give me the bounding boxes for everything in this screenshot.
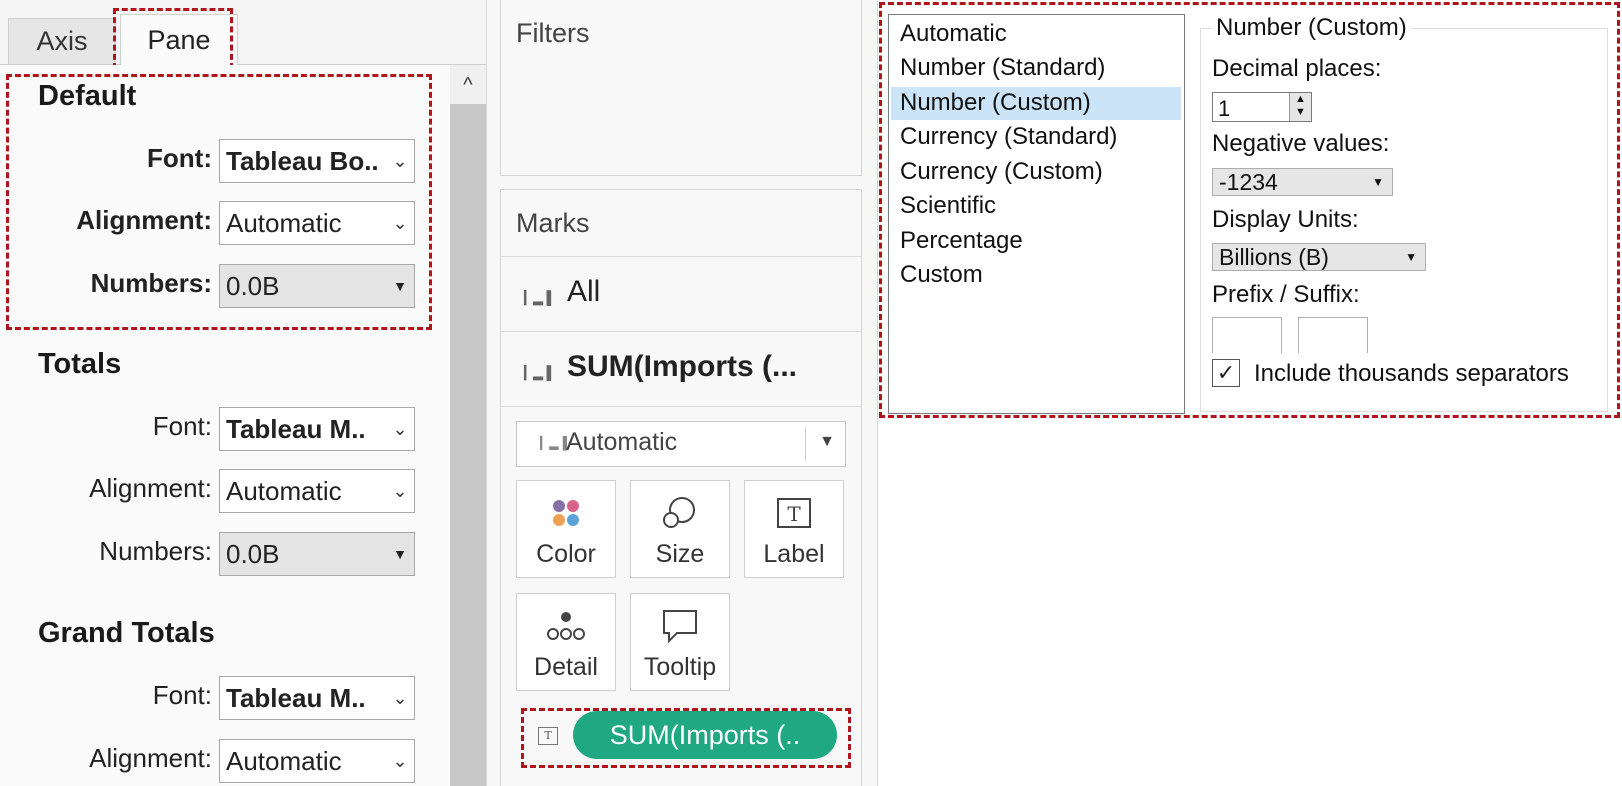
panel-divider — [877, 0, 878, 786]
color-button[interactable]: Color — [516, 480, 616, 578]
mark-type-value: Automatic — [566, 428, 678, 456]
grand-totals-alignment-dropdown[interactable]: Automatic ⌄ — [219, 739, 415, 783]
color-button-label: Color — [536, 540, 596, 568]
totals-font-value: Tableau M.. — [226, 413, 366, 444]
chevron-down-icon: ⌄ — [392, 480, 408, 501]
number-format-highlight — [879, 2, 1620, 418]
grand-totals-font-value: Tableau M.. — [226, 682, 366, 713]
filters-label: Filters — [516, 18, 590, 48]
grand-totals-alignment-value: Automatic — [226, 745, 342, 776]
color-icon — [517, 495, 615, 531]
chevron-down-icon: ⌄ — [392, 687, 408, 708]
marks-divider — [501, 406, 861, 407]
marks-measure-tab[interactable]: SUM(Imports (... — [567, 350, 797, 384]
totals-alignment-dropdown[interactable]: Automatic ⌄ — [219, 469, 415, 513]
section-title-grand-totals: Grand Totals — [38, 617, 215, 649]
marks-divider — [501, 331, 861, 332]
totals-alignment-value: Automatic — [226, 475, 342, 506]
marks-divider — [501, 256, 861, 257]
dropdown-divider — [805, 427, 806, 461]
tooltip-button[interactable]: Tooltip — [630, 593, 730, 691]
totals-numbers-dropdown[interactable]: 0.0B ▼ — [219, 532, 415, 576]
pane-tab-highlight — [113, 8, 233, 69]
marks-all-tab[interactable]: All — [567, 275, 600, 309]
totals-font-label: Font: — [152, 411, 212, 441]
chevron-down-icon: ⌄ — [392, 418, 408, 439]
detail-button[interactable]: Detail — [516, 593, 616, 691]
bar-chart-icon: ▎▂▐ — [524, 365, 551, 380]
label-pill-highlight — [521, 708, 851, 768]
scroll-up-button[interactable]: ^ — [450, 68, 486, 102]
section-title-totals: Totals — [38, 348, 122, 380]
totals-font-dropdown[interactable]: Tableau M.. ⌄ — [219, 407, 415, 451]
size-button[interactable]: Size — [630, 480, 730, 578]
label-button-label: Label — [763, 540, 825, 568]
tooltip-icon — [631, 608, 729, 644]
tooltip-button-label: Tooltip — [643, 653, 717, 681]
marks-label: Marks — [516, 208, 590, 238]
size-button-label: Size — [655, 540, 705, 568]
totals-numbers-value: 0.0B — [226, 538, 280, 569]
detail-button-label: Detail — [534, 653, 598, 681]
grand-totals-alignment-label: Alignment: — [89, 743, 212, 773]
grand-totals-font-label: Font: — [152, 680, 212, 710]
scrollbar-thumb[interactable] — [450, 104, 486, 786]
bar-chart-icon: ▎▂▐ — [524, 290, 551, 305]
label-button[interactable]: T Label — [744, 480, 844, 578]
dropdown-arrow-icon: ▼ — [393, 546, 407, 562]
bar-chart-icon: ▎▂▐ — [540, 436, 567, 450]
chevron-down-icon: ⌄ — [392, 750, 408, 771]
dropdown-arrow-icon[interactable]: ▼ — [812, 433, 842, 451]
size-icon — [631, 495, 729, 531]
tab-axis[interactable]: Axis — [8, 18, 116, 64]
chevron-up-icon: ^ — [463, 73, 473, 96]
svg-text:T: T — [787, 502, 801, 526]
grand-totals-font-dropdown[interactable]: Tableau M.. ⌄ — [219, 676, 415, 720]
totals-numbers-label: Numbers: — [99, 536, 212, 566]
detail-icon — [517, 608, 615, 644]
text-label-icon: T — [745, 495, 843, 531]
default-section-highlight — [6, 74, 432, 330]
tab-axis-label: Axis — [36, 26, 88, 56]
totals-alignment-label: Alignment: — [89, 473, 212, 503]
